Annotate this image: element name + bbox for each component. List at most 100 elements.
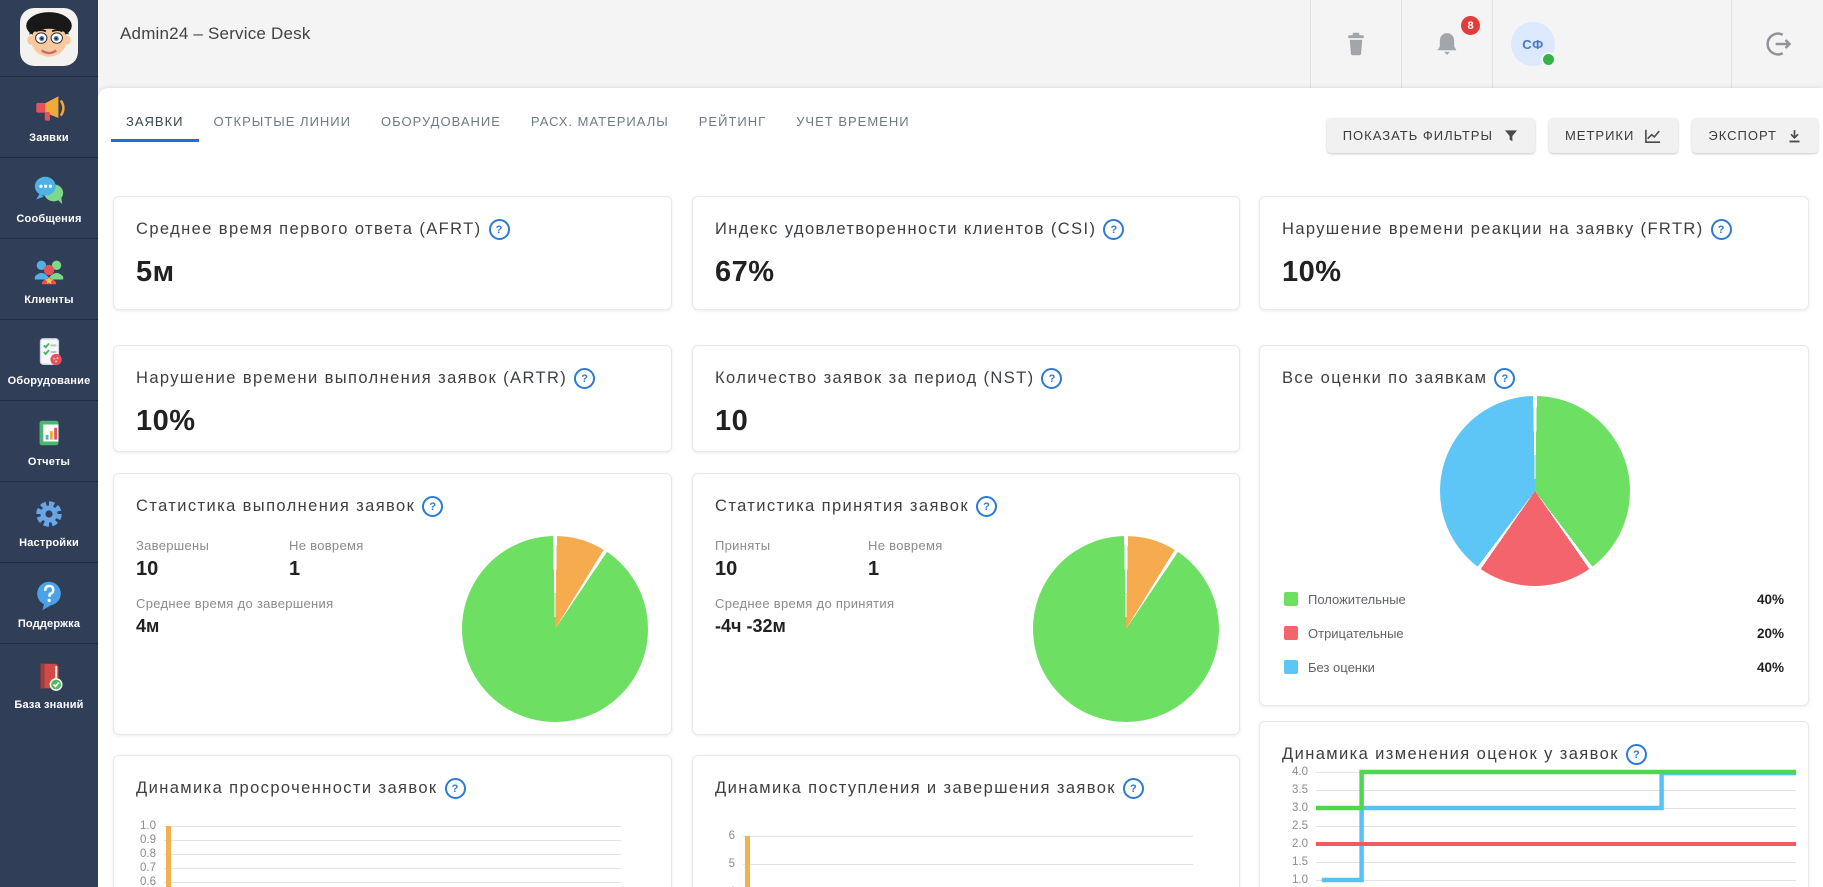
show-filters-button[interactable]: ПОКАЗАТЬ ФИЛЬТРЫ xyxy=(1327,118,1535,153)
stat-value: 4м xyxy=(136,616,333,637)
card-title: Количество заявок за период (NST) xyxy=(715,369,1034,388)
filter-icon xyxy=(1503,128,1519,144)
kpi-value: 5м xyxy=(114,240,671,289)
tab-zayavki[interactable]: ЗАЯВКИ xyxy=(111,112,199,132)
stat-label: Не вовремя xyxy=(868,538,943,553)
report-chart-icon xyxy=(31,415,67,451)
sidebar-item-klienty[interactable]: Клиенты xyxy=(0,238,98,319)
metrics-button[interactable]: МЕТРИКИ xyxy=(1549,118,1678,153)
card-title: Среднее время первого ответа (AFRT) xyxy=(136,220,482,239)
card-title: Индекс удовлетворенности клиентов (CSI) xyxy=(715,220,1096,239)
notifications-button[interactable]: 8 xyxy=(1427,23,1467,65)
sidebar-item-label: Оборудование xyxy=(8,375,91,387)
stat-label: Среднее время до завершения xyxy=(136,596,333,611)
people-group-icon xyxy=(31,253,67,289)
legend-row: Положительные 40% xyxy=(1284,590,1784,608)
sidebar-item-label: Клиенты xyxy=(24,294,73,306)
help-icon[interactable]: ? xyxy=(422,496,443,517)
logout-button[interactable] xyxy=(1755,21,1801,67)
card-title: Все оценки по заявкам xyxy=(1282,369,1487,388)
card-title: Нарушение времени выполнения заявок (ART… xyxy=(136,369,567,388)
online-status-dot xyxy=(1541,52,1556,67)
card-title: Динамика изменения оценок у заявок xyxy=(1282,745,1619,764)
completion-stats-card: Статистика выполнения заявок ? Завершены… xyxy=(113,473,672,735)
ratings-pie-chart xyxy=(1440,396,1630,586)
tab-otkrytye-linii[interactable]: ОТКРЫТЫЕ ЛИНИИ xyxy=(199,112,367,132)
download-icon xyxy=(1787,128,1802,144)
stat-label: Не вовремя xyxy=(289,538,364,553)
help-icon[interactable]: ? xyxy=(489,219,510,240)
help-icon[interactable]: ? xyxy=(1626,744,1647,765)
sidebar-item-label: Поддержка xyxy=(18,618,80,630)
metrics-label: МЕТРИКИ xyxy=(1565,128,1634,143)
question-bubble-icon xyxy=(31,577,67,613)
show-filters-label: ПОКАЗАТЬ ФИЛЬТРЫ xyxy=(1343,128,1493,143)
help-icon[interactable]: ? xyxy=(1103,219,1124,240)
help-icon[interactable]: ? xyxy=(1041,368,1062,389)
sidebar-item-baza-znaniy[interactable]: База знаний xyxy=(0,643,98,724)
kpi-card-artr: Нарушение времени выполнения заявок (ART… xyxy=(113,345,672,452)
help-icon[interactable]: ? xyxy=(1711,219,1732,240)
book-check-icon xyxy=(31,658,67,694)
ratings-dynamics-card: Динамика изменения оценок у заявок ? 4.0… xyxy=(1259,721,1809,887)
card-title: Статистика выполнения заявок xyxy=(136,497,415,516)
sidebar-item-label: База знаний xyxy=(14,699,83,711)
export-button[interactable]: ЭКСПОРТ xyxy=(1692,118,1818,153)
help-icon[interactable]: ? xyxy=(445,778,466,799)
header-trash-section xyxy=(1310,0,1401,88)
stat-value: 1 xyxy=(289,558,364,581)
help-icon[interactable]: ? xyxy=(976,496,997,517)
header-notifications-section: 8 xyxy=(1401,0,1492,88)
stat-value: 1 xyxy=(868,558,943,581)
trash-button[interactable] xyxy=(1335,22,1377,66)
kpi-value: 67% xyxy=(693,240,1239,289)
sidebar-item-oborudovanie[interactable]: Оборудование xyxy=(0,319,98,400)
stat-not-on-time: Не вовремя 1 xyxy=(868,538,943,581)
tab-reyting[interactable]: РЕЙТИНГ xyxy=(684,112,781,132)
card-title: Динамика поступления и завершения заявок xyxy=(715,779,1116,798)
kpi-card-csi: Индекс удовлетворенности клиентов (CSI) … xyxy=(692,196,1240,310)
header-logout-section xyxy=(1731,0,1823,88)
legend-row: Отрицательные 20% xyxy=(1284,624,1784,642)
tab-oborudovanie[interactable]: ОБОРУДОВАНИЕ xyxy=(366,112,516,132)
chat-bubbles-icon xyxy=(31,172,67,208)
kpi-value: 10% xyxy=(114,389,671,438)
sidebar-item-nastroyki[interactable]: Настройки xyxy=(0,481,98,562)
stat-accepted: Приняты 10 xyxy=(715,538,770,581)
acceptance-stats-card: Статистика принятия заявок ? Приняты 10 … xyxy=(692,473,1240,735)
metrics-chart-icon xyxy=(1644,128,1662,144)
legend-label: Без оценки xyxy=(1308,660,1375,675)
legend-swatch-positive xyxy=(1284,592,1298,606)
stat-avg-completion-time: Среднее время до завершения 4м xyxy=(136,596,333,637)
sidebar-item-zayavki[interactable]: Заявки xyxy=(0,76,98,157)
completion-pie-chart xyxy=(462,536,648,722)
toolbar: ПОКАЗАТЬ ФИЛЬТРЫ МЕТРИКИ ЭКСПОРТ xyxy=(1327,118,1818,153)
sidebar-item-otchety[interactable]: Отчеты xyxy=(0,400,98,481)
card-title: Статистика принятия заявок xyxy=(715,497,969,516)
stat-label: Приняты xyxy=(715,538,770,553)
overdue-dynamics-chart: 1.00.90.80.70.6 xyxy=(136,812,651,887)
profile-initials: СФ xyxy=(1522,37,1543,52)
sidebar-item-soobshcheniya[interactable]: Сообщения xyxy=(0,157,98,238)
sidebar-item-podderzhka[interactable]: Поддержка xyxy=(0,562,98,643)
user-avatar[interactable] xyxy=(20,8,78,66)
help-icon[interactable]: ? xyxy=(1494,368,1515,389)
legend-swatch-norating xyxy=(1284,660,1298,674)
card-title: Нарушение времени реакции на заявку (FRT… xyxy=(1282,220,1704,239)
acceptance-pie-chart xyxy=(1033,536,1219,722)
help-icon[interactable]: ? xyxy=(1123,778,1144,799)
tab-rash-materialy[interactable]: РАСХ. МАТЕРИАЛЫ xyxy=(516,112,684,132)
header-actions: 8 СФ xyxy=(1310,0,1823,88)
tab-uchet-vremeni[interactable]: УЧЕТ ВРЕМЕНИ xyxy=(781,112,924,132)
megaphone-icon xyxy=(31,91,67,127)
export-label: ЭКСПОРТ xyxy=(1708,128,1777,143)
sidebar-item-label: Заявки xyxy=(29,132,69,144)
trash-icon xyxy=(1341,28,1371,60)
legend-value: 20% xyxy=(1757,626,1784,641)
overdue-dynamics-card: Динамика просроченности заявок ? 1.00.90… xyxy=(113,755,672,887)
app: Заявки Сообщения xyxy=(0,0,1823,887)
help-icon[interactable]: ? xyxy=(574,368,595,389)
sidebar: Заявки Сообщения xyxy=(0,0,98,887)
profile-avatar[interactable]: СФ xyxy=(1511,22,1555,66)
gear-icon xyxy=(31,496,67,532)
